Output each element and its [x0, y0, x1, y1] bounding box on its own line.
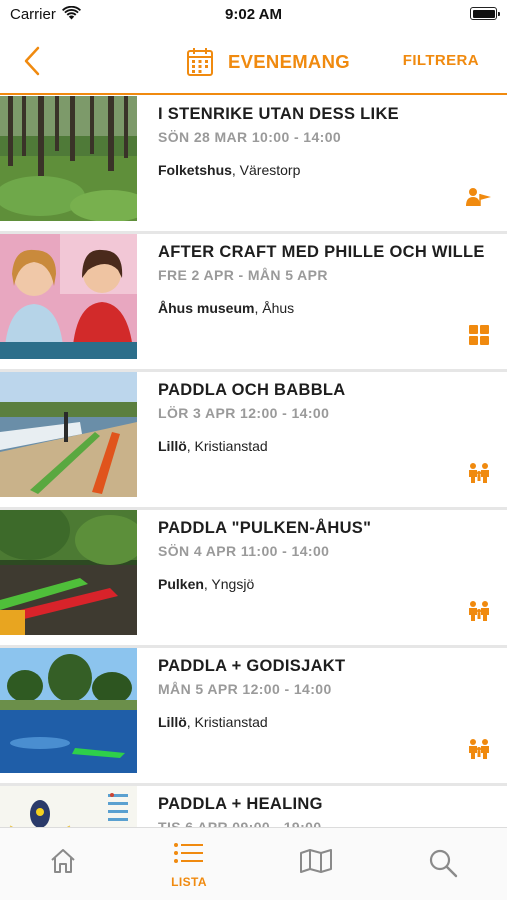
event-date: TIS 6 APR 09:00 - 19:00 — [158, 819, 322, 827]
event-venue: Åhus museum — [158, 300, 255, 316]
event-venue: Lillö — [158, 714, 187, 730]
back-chevron-icon[interactable] — [18, 44, 48, 78]
tab-map[interactable] — [253, 828, 379, 900]
event-title: PADDLA + GODISJAKT — [158, 657, 346, 675]
event-date: MÅN 5 APR 12:00 - 14:00 — [158, 681, 332, 697]
event-title: I STENRIKE UTAN DESS LIKE — [158, 105, 399, 123]
status-bar: Carrier 9:02 AM — [0, 0, 507, 30]
event-title: AFTER CRAFT MED PHILLE OCH WILLE — [158, 243, 485, 261]
event-date: SÖN 4 APR 11:00 - 14:00 — [158, 543, 330, 559]
event-image-forest — [0, 96, 137, 221]
guide-tour-icon — [466, 188, 491, 206]
event-image-portrait — [0, 234, 137, 359]
event-location: , Värestorp — [231, 162, 301, 178]
nav-bar: EVENEMANG FILTRERA — [0, 30, 507, 95]
clock: 9:02 AM — [225, 6, 282, 23]
event-date: LÖR 3 APR 12:00 - 14:00 — [158, 405, 330, 421]
family-icon — [469, 739, 489, 759]
event-venue: Pulken — [158, 576, 204, 592]
event-row-3[interactable]: PADDLA OCH BABBLA LÖR 3 APR 12:00 - 14:0… — [0, 372, 507, 510]
event-place: Pulken, Yngsjö — [158, 576, 254, 592]
event-row-6[interactable]: PADDLA + HEALING TIS 6 APR 09:00 - 19:00 — [0, 786, 507, 827]
event-title: PADDLA "PULKEN-ÅHUS" — [158, 519, 372, 537]
event-row-4[interactable]: PADDLA "PULKEN-ÅHUS" SÖN 4 APR 11:00 - 1… — [0, 510, 507, 648]
map-icon — [300, 849, 332, 873]
tab-label-lista: LISTA — [171, 875, 207, 889]
search-icon — [429, 849, 458, 878]
tab-lista[interactable]: LISTA — [126, 828, 252, 900]
calendar-icon — [187, 48, 213, 76]
event-list[interactable]: I STENRIKE UTAN DESS LIKE SÖN 28 MAR 10:… — [0, 96, 507, 827]
event-row-2[interactable]: AFTER CRAFT MED PHILLE OCH WILLE FRE 2 A… — [0, 234, 507, 372]
list-icon — [174, 843, 203, 863]
event-image-healing — [0, 786, 137, 827]
page-title: EVENEMANG — [228, 51, 350, 72]
home-icon — [51, 849, 75, 873]
event-location: , Kristianstad — [186, 438, 268, 454]
event-title: PADDLA + HEALING — [158, 795, 323, 813]
event-location: , Kristianstad — [186, 714, 268, 730]
family-icon — [469, 463, 489, 483]
filter-button[interactable]: FILTRERA — [403, 52, 479, 69]
event-title: PADDLA OCH BABBLA — [158, 381, 346, 399]
event-venue: Folketshus — [158, 162, 232, 178]
tab-home[interactable] — [0, 828, 126, 900]
event-place: Lillö, Kristianstad — [158, 714, 268, 730]
page-title-group: EVENEMANG — [186, 45, 350, 79]
event-row-1[interactable]: I STENRIKE UTAN DESS LIKE SÖN 28 MAR 10:… — [0, 96, 507, 234]
battery-icon — [470, 7, 500, 20]
event-date: SÖN 28 MAR 10:00 - 14:00 — [158, 129, 342, 145]
tab-bar: LISTA — [0, 827, 507, 900]
event-image-lake — [0, 648, 137, 773]
family-icon — [469, 601, 489, 621]
event-row-5[interactable]: PADDLA + GODISJAKT MÅN 5 APR 12:00 - 14:… — [0, 648, 507, 786]
event-place: Folketshus, Värestorp — [158, 162, 300, 178]
tab-search[interactable] — [380, 828, 506, 900]
event-date: FRE 2 APR - MÅN 5 APR — [158, 267, 328, 283]
event-location: , Åhus — [254, 300, 295, 316]
event-place: Åhus museum, Åhus — [158, 300, 294, 316]
event-image-kayaks-dock — [0, 372, 137, 497]
grid-icon — [469, 325, 489, 345]
event-place: Lillö, Kristianstad — [158, 438, 268, 454]
event-image-kayaks-river — [0, 510, 137, 635]
event-location: , Yngsjö — [203, 576, 255, 592]
event-venue: Lillö — [158, 438, 187, 454]
